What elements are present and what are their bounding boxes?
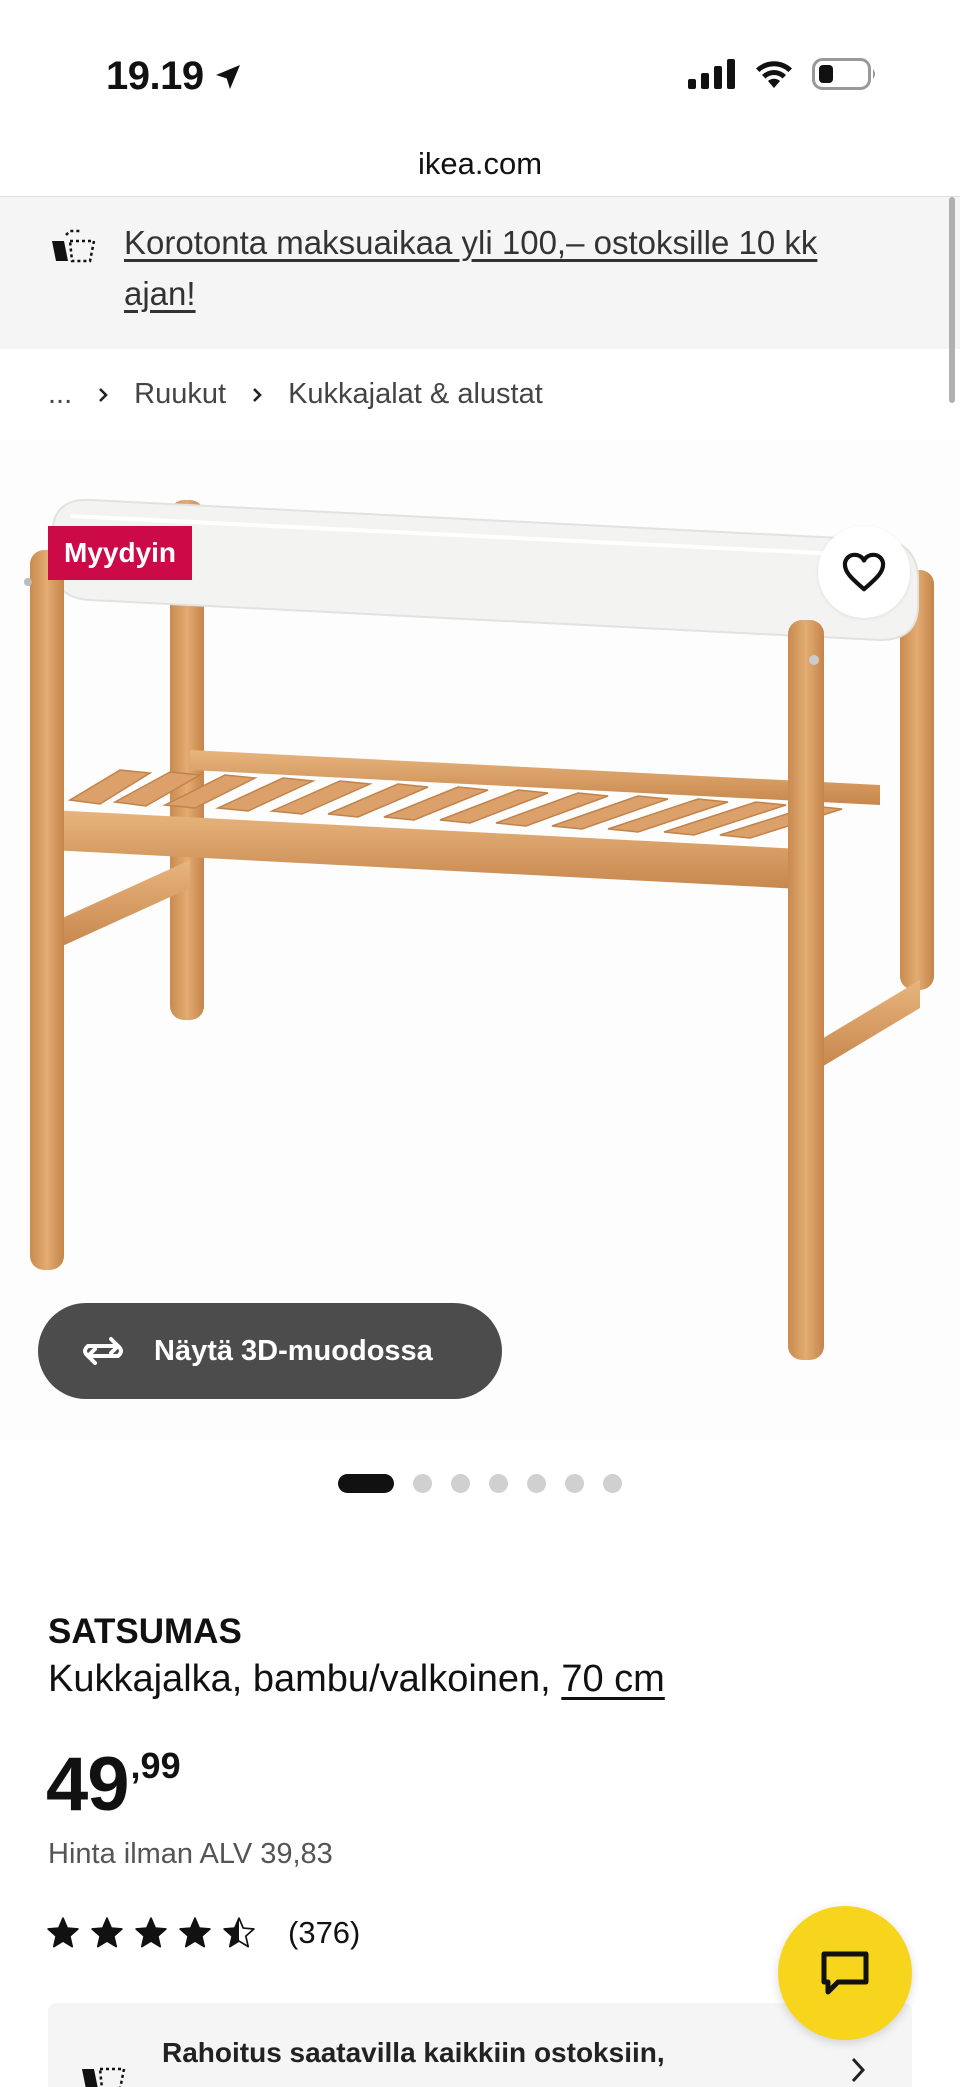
star-icon: [47, 1917, 79, 1948]
heart-icon: [842, 552, 886, 592]
carousel-dot[interactable]: [527, 1474, 546, 1493]
view-3d-label: Näytä 3D-muodossa: [154, 1334, 433, 1367]
chevron-right-icon: [250, 386, 264, 404]
carousel-dot[interactable]: [489, 1474, 508, 1493]
plant-stand-illustration: [24, 498, 934, 1360]
promo-banner[interactable]: Korotonta maksuaikaa yli 100,– ostoksill…: [0, 197, 960, 349]
carousel-dot[interactable]: [565, 1474, 584, 1493]
rotate-3d-icon: [83, 1337, 123, 1365]
status-time-text: 19.19: [106, 54, 204, 98]
financing-card[interactable]: Rahoitus saatavilla kaikkiin ostoksiin,: [48, 2003, 912, 2087]
star-icon: [91, 1917, 123, 1948]
product-description-text: Kukkajalka, bambu/valkoinen,: [48, 1658, 551, 1700]
promo-link[interactable]: Korotonta maksuaikaa yli 100,– ostoksill…: [124, 217, 884, 319]
location-arrow-icon: [215, 64, 240, 89]
breadcrumb-item-ruukut[interactable]: Ruukut: [134, 378, 226, 411]
carousel-dot[interactable]: [603, 1474, 622, 1493]
breadcrumb-ellipsis[interactable]: ...: [48, 378, 72, 411]
breadcrumb-item-kukkajalat[interactable]: Kukkajalat & alustat: [288, 378, 543, 411]
signal-icon: [688, 59, 735, 89]
scrollbar[interactable]: [949, 197, 955, 403]
carousel-dot-active[interactable]: [338, 1474, 394, 1493]
product-name: SATSUMAS: [48, 1612, 242, 1651]
price-without-vat: Hinta ilman ALV 39,83: [48, 1838, 333, 1870]
product-price: 49 ,99: [46, 1740, 181, 1830]
wifi-icon: [756, 61, 792, 88]
breadcrumb: ... Ruukut Kukkajalat & alustat: [48, 378, 543, 411]
star-icon: [135, 1917, 167, 1948]
rating-stars: [46, 1916, 256, 1950]
financing-text: Rahoitus saatavilla kaikkiin ostoksiin,: [162, 2037, 665, 2068]
chat-icon: [821, 1951, 869, 1995]
chat-button[interactable]: [778, 1906, 912, 2040]
view-3d-button[interactable]: Näytä 3D-muodossa: [38, 1303, 502, 1399]
battery-icon: [812, 58, 875, 90]
status-time: 19.19: [106, 54, 244, 99]
product-image[interactable]: [0, 440, 960, 1440]
rating[interactable]: (376): [46, 1915, 360, 1951]
price-integer: 49: [46, 1742, 130, 1827]
chevron-right-icon: [96, 386, 110, 404]
carousel-dot[interactable]: [413, 1474, 432, 1493]
price-decimal: ,99: [130, 1745, 181, 1786]
cart-clock-icon: [82, 2067, 126, 2087]
cart-clock-icon: [52, 229, 96, 263]
status-bar: 19.19: [0, 0, 960, 140]
favorite-button[interactable]: [818, 526, 910, 618]
rating-count[interactable]: (376): [288, 1915, 360, 1951]
carousel-dots: [0, 1474, 960, 1493]
url-bar[interactable]: ikea.com: [0, 140, 960, 196]
carousel-dot[interactable]: [451, 1474, 470, 1493]
bestseller-badge: Myydyin: [48, 526, 193, 580]
product-description: Kukkajalka, bambu/valkoinen, 70 cm: [48, 1658, 665, 1701]
star-icon: [179, 1917, 211, 1948]
status-icons: [688, 58, 878, 90]
chevron-right-icon: [851, 2057, 866, 2083]
product-size-link[interactable]: 70 cm: [561, 1658, 664, 1700]
star-icon: [223, 1917, 255, 1948]
